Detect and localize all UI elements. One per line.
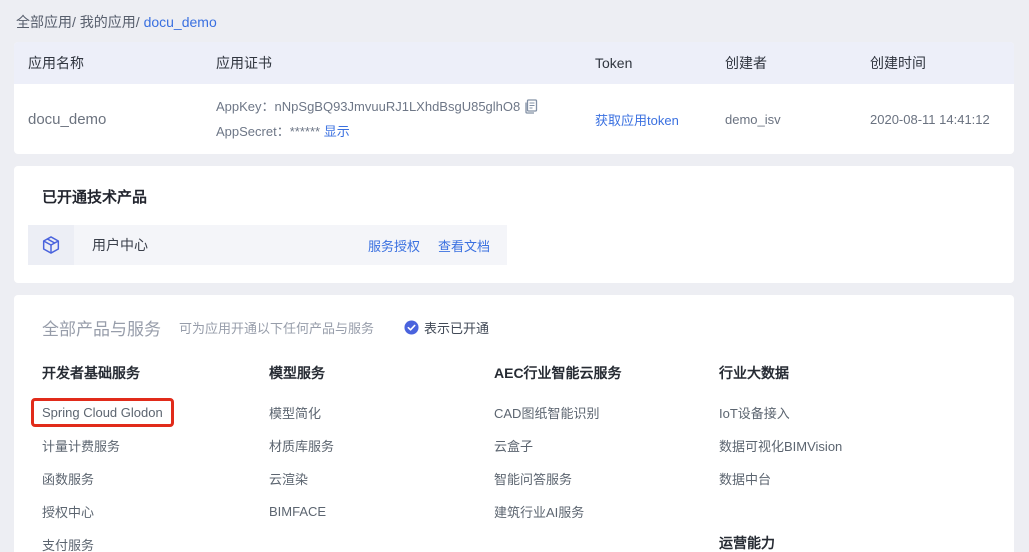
created-time-value: 2020-08-11 14:41:12 xyxy=(856,112,1014,127)
product-item-label: 模型简化 xyxy=(269,403,321,422)
breadcrumb: 全部应用/ 我的应用/ docu_demo xyxy=(0,0,1029,42)
product-item[interactable]: 支付服务 xyxy=(42,528,269,552)
product-category-header: 模型服务 xyxy=(269,358,494,388)
table-row: docu_demo AppKey：nNpSgBQ93JmvuuRJ1LXhdBs… xyxy=(14,84,1014,154)
product-item[interactable]: 模型简化 xyxy=(269,396,494,429)
header-created-time: 创建时间 xyxy=(856,53,1014,73)
appkey-value: nNpSgBQ93JmvuuRJ1LXhdBsgU85glhO8 xyxy=(275,99,521,114)
product-item[interactable]: 计量计费服务 xyxy=(42,429,269,462)
all-products-head: 全部产品与服务 可为应用开通以下任何产品与服务 表示已开通 xyxy=(14,295,1014,340)
all-products-card: 全部产品与服务 可为应用开通以下任何产品与服务 表示已开通 开发者基础服务 Spr… xyxy=(14,295,1014,552)
product-item[interactable]: IoT设备接入 xyxy=(719,396,1014,429)
legend-text: 表示已开通 xyxy=(424,318,489,337)
all-products-subtitle: 可为应用开通以下任何产品与服务 xyxy=(179,318,374,337)
header-app-cert: 应用证书 xyxy=(202,53,581,73)
opened-products-title: 已开通技术产品 xyxy=(14,166,1014,207)
product-item[interactable]: 建筑行业AI服务 xyxy=(494,495,719,528)
product-item-label: 数据可视化BIMVision xyxy=(719,436,842,455)
product-item-label: 智能问答服务 xyxy=(494,469,572,488)
appsecret-label: AppSecret： xyxy=(216,124,290,139)
breadcrumb-my-apps[interactable]: 我的应用/ xyxy=(80,14,140,30)
product-category-header: AEC行业智能云服务 xyxy=(494,358,719,388)
all-products-title: 全部产品与服务 xyxy=(42,315,161,340)
product-item-label: 建筑行业AI服务 xyxy=(494,502,584,521)
breadcrumb-all-apps[interactable]: 全部应用/ xyxy=(16,14,76,30)
opened-products-card: 已开通技术产品 用户中心 服务授权 查看文档 xyxy=(14,166,1014,283)
cube-icon xyxy=(28,225,74,265)
app-cert-cell: AppKey：nNpSgBQ93JmvuuRJ1LXhdBsgU85glhO8 … xyxy=(202,96,581,143)
product-item-label: 计量计费服务 xyxy=(42,436,120,455)
app-table-header: 应用名称 应用证书 Token 创建者 创建时间 xyxy=(14,42,1014,84)
show-secret-link[interactable]: 显示 xyxy=(324,124,350,139)
product-item[interactable]: CAD图纸智能识别 xyxy=(494,396,719,429)
product-item-label: 材质库服务 xyxy=(269,436,334,455)
product-item[interactable]: 智能问答服务 xyxy=(494,462,719,495)
header-creator: 创建者 xyxy=(711,53,856,73)
header-app-name: 应用名称 xyxy=(14,53,202,73)
app-name: docu_demo xyxy=(14,111,202,128)
product-column: 开发者基础服务 Spring Cloud Glodon 计量计费服务函数服务授权中心… xyxy=(42,358,269,552)
appkey-label: AppKey： xyxy=(216,99,275,114)
product-item-label: CAD图纸智能识别 xyxy=(494,403,599,422)
product-item-label: IoT设备接入 xyxy=(719,403,790,422)
product-grid: 开发者基础服务 Spring Cloud Glodon 计量计费服务函数服务授权中心… xyxy=(14,340,1014,552)
product-column: 行业大数据 IoT设备接入数据可视化BIMVision 数据中台运营能力 xyxy=(719,358,1014,552)
get-token-link[interactable]: 获取应用token xyxy=(595,113,679,128)
product-category-header: 运营能力 xyxy=(719,528,1014,552)
copy-icon[interactable] xyxy=(524,99,538,121)
opened-legend: 表示已开通 xyxy=(404,318,489,337)
product-column: 模型服务模型简化材质库服务云渲染 BIMFACE xyxy=(269,358,494,552)
product-column: AEC行业智能云服务 CAD图纸智能识别云盒子智能问答服务建筑行业AI服务 xyxy=(494,358,719,552)
product-item[interactable]: 数据可视化BIMVision xyxy=(719,429,1014,462)
product-category-header: 行业大数据 xyxy=(719,358,1014,388)
product-item[interactable]: 数据中台 xyxy=(719,462,1014,495)
opened-product-name: 用户中心 xyxy=(92,235,148,255)
product-item-label: 支付服务 xyxy=(42,535,94,552)
product-item-label-highlighted: Spring Cloud Glodon xyxy=(31,398,174,427)
creator-value: demo_isv xyxy=(711,112,856,127)
appsecret-masked: ****** xyxy=(290,124,320,139)
service-auth-link[interactable]: 服务授权 xyxy=(368,236,420,255)
product-item-label: 授权中心 xyxy=(42,502,94,521)
view-docs-link[interactable]: 查看文档 xyxy=(438,236,490,255)
product-item[interactable]: Spring Cloud Glodon xyxy=(42,396,269,429)
product-item-label: 函数服务 xyxy=(42,469,94,488)
product-item-label: BIMFACE xyxy=(269,504,326,519)
product-item-label: 数据中台 xyxy=(719,469,771,488)
product-item[interactable]: 函数服务 xyxy=(42,462,269,495)
app-info-card: 应用名称 应用证书 Token 创建者 创建时间 docu_demo AppKe… xyxy=(14,42,1014,154)
product-item[interactable]: 材质库服务 xyxy=(269,429,494,462)
product-item-label: 云渲染 xyxy=(269,469,308,488)
product-item-label: 云盒子 xyxy=(494,436,533,455)
product-category-header: 开发者基础服务 xyxy=(42,358,269,388)
header-token: Token xyxy=(581,55,711,71)
check-circle-icon xyxy=(404,320,419,335)
product-item[interactable]: BIMFACE xyxy=(269,495,494,528)
product-item[interactable]: 授权中心 xyxy=(42,495,269,528)
product-item[interactable]: 云盒子 xyxy=(494,429,719,462)
breadcrumb-current-app: docu_demo xyxy=(144,14,217,30)
opened-product-row: 用户中心 服务授权 查看文档 xyxy=(28,225,507,265)
product-item[interactable]: 云渲染 xyxy=(269,462,494,495)
